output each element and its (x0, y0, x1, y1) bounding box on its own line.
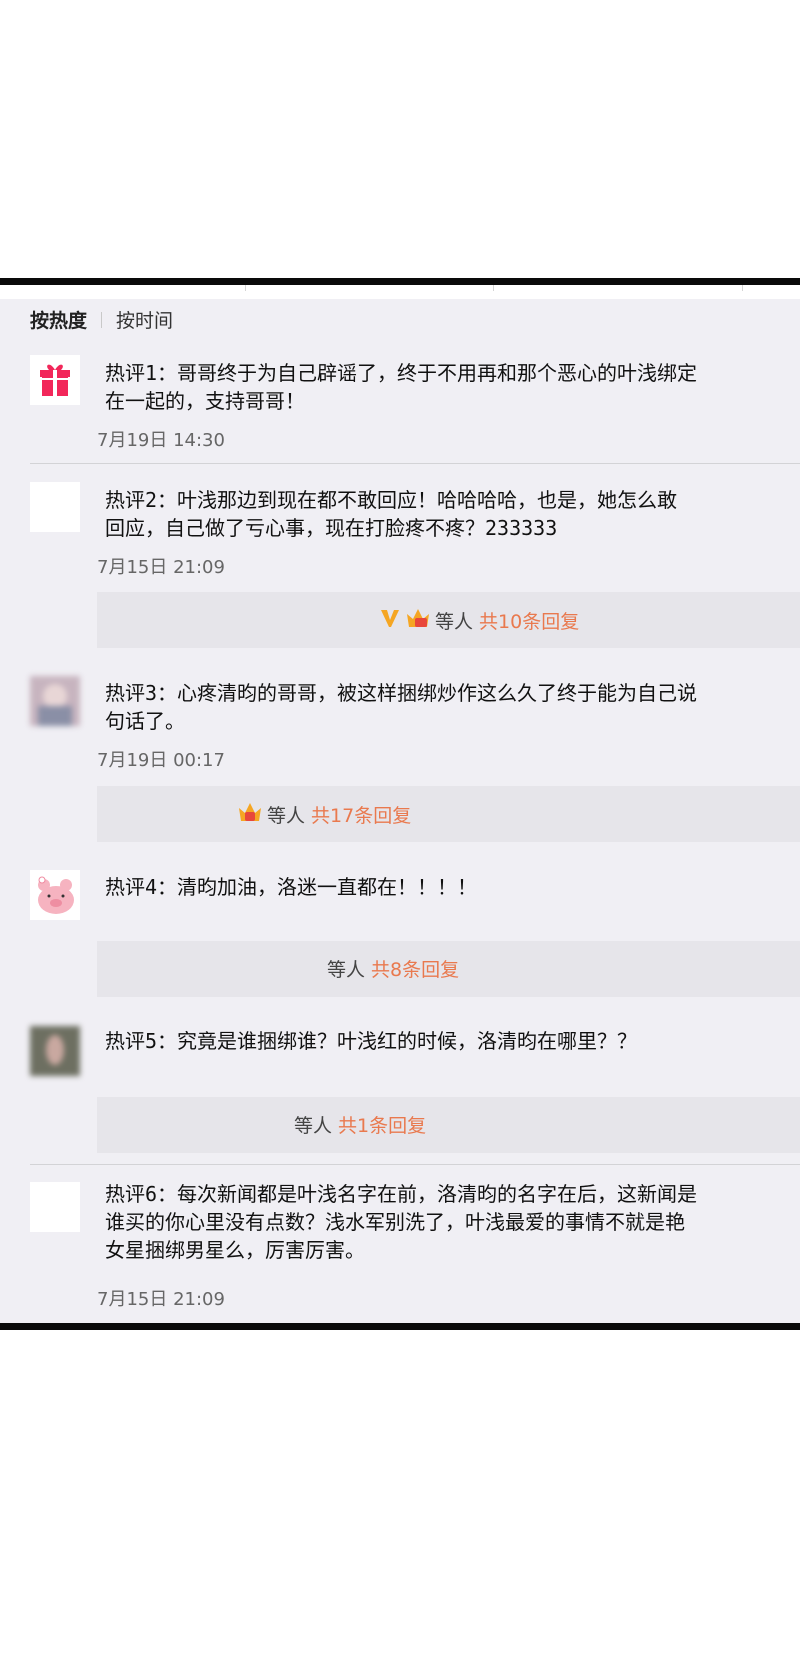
comment-line: 热评3：心疼清昀的哥哥，被这样捆绑炒作这么久了终于能为自己说 (105, 681, 698, 705)
comment-line: 谁买的你心里没有点数？浅水军别洗了，叶浅最爱的事情不就是艳 (105, 1210, 685, 1234)
vip-v-icon (379, 607, 401, 634)
avatar[interactable] (30, 482, 80, 532)
reply-count-link[interactable]: 共10条回复 (479, 607, 579, 634)
reply-summary[interactable]: 等人 共8条回复 (97, 941, 800, 997)
comment-line: 在一起的，支持哥哥！ (105, 389, 305, 413)
comment-time: 7月19日 00:17 (97, 750, 225, 771)
crown-badge-icon (405, 606, 431, 635)
pig-avatar-icon (30, 870, 80, 920)
crown-badge-icon (237, 800, 263, 829)
sort-by-hot-tab[interactable]: 按热度 (30, 306, 87, 333)
comment-time: 7月15日 21:09 (97, 1289, 225, 1310)
bottom-border (0, 1323, 800, 1330)
reply-users-label: 等人 (327, 959, 366, 981)
reply-users-label: 等人 (294, 1115, 333, 1137)
reply-count-link[interactable]: 共1条回复 (338, 1111, 426, 1138)
tab-divider (101, 311, 103, 328)
comment-line: 热评4：清昀加油，洛迷一直都在！！！！ (105, 875, 478, 899)
avatar[interactable] (30, 355, 80, 405)
comment-time: 7月15日 21:09 (97, 557, 225, 578)
reply-count-link[interactable]: 共17条回复 (311, 801, 411, 828)
divider (30, 463, 800, 464)
reply-users-label: 等人 (435, 611, 474, 633)
comment-time: 7月19日 14:30 (97, 430, 225, 451)
comment-line: 回应，自己做了亏心事，现在打脸疼不疼？233333 (105, 516, 558, 540)
avatar[interactable] (30, 1182, 80, 1232)
comment-line: 热评6：每次新闻都是叶浅名字在前，洛清昀的名字在后，这新闻是 (105, 1182, 698, 1206)
avatar[interactable] (30, 676, 80, 726)
reply-summary[interactable]: 等人 共17条回复 (97, 786, 800, 842)
sort-by-time-tab[interactable]: 按时间 (116, 306, 173, 333)
avatar[interactable] (30, 1026, 80, 1076)
reply-summary[interactable]: 等人 共10条回复 (97, 592, 800, 648)
gift-icon (40, 364, 70, 396)
sort-tabs: 按热度 按时间 (30, 306, 173, 333)
top-strip (0, 285, 800, 299)
comment-line: 热评5：究竟是谁捆绑谁？叶浅红的时候，洛清昀在哪里？？ (105, 1029, 638, 1053)
divider (30, 1164, 800, 1165)
top-border (0, 278, 800, 285)
reply-users-label: 等人 (267, 805, 306, 827)
reply-count-link[interactable]: 共8条回复 (371, 955, 459, 982)
comment-line: 句话了。 (105, 709, 185, 733)
comment-line: 热评1：哥哥终于为自己辟谣了，终于不用再和那个恶心的叶浅绑定 (105, 361, 698, 385)
avatar[interactable] (30, 870, 80, 920)
reply-summary[interactable]: 等人 共1条回复 (97, 1097, 800, 1153)
comment-line: 女星捆绑男星么，厉害厉害。 (105, 1238, 365, 1262)
comment-line: 热评2：叶浅那边到现在都不敢回应！哈哈哈哈，也是，她怎么敢 (105, 488, 678, 512)
